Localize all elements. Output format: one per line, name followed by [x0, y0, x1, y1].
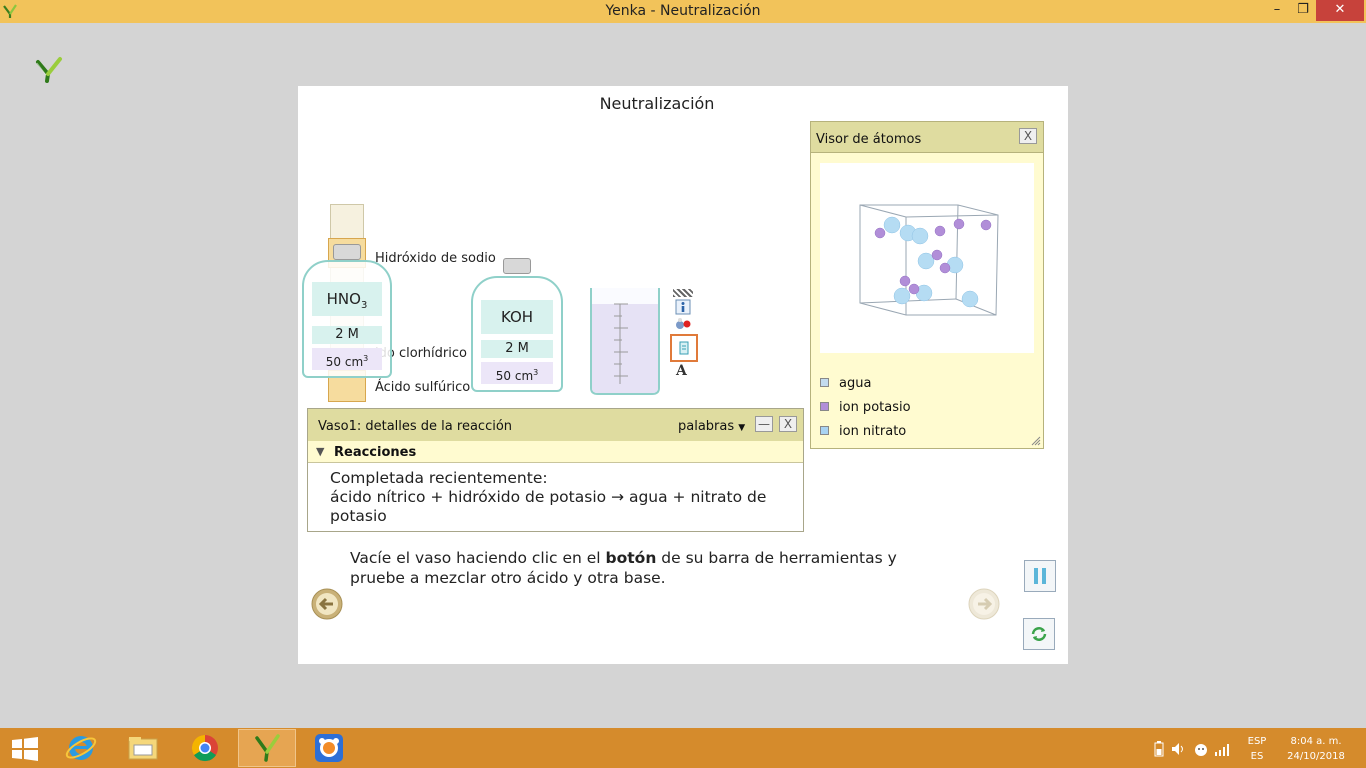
yenka-icon — [255, 734, 280, 762]
molecule-icon[interactable] — [674, 317, 692, 333]
legend-item-water: agua — [820, 376, 871, 391]
acid-formula-subscript: 3 — [360, 300, 368, 311]
atom-viewer-panel[interactable]: Visor de átomos X agua ion potasio ion n… — [810, 121, 1044, 449]
empty-beaker-button[interactable] — [670, 334, 698, 362]
acid-volume: 50 cm3 — [312, 348, 382, 370]
window-title: Yenka - Neutralización — [605, 3, 761, 19]
label-sodium-hydroxide[interactable]: Hidróxido de sodio — [375, 251, 496, 266]
pause-icon — [1034, 568, 1046, 584]
network-icon[interactable] — [1215, 742, 1231, 756]
legend-swatch-nitrate — [820, 426, 829, 435]
taskbar-chrome[interactable] — [176, 729, 234, 767]
taskbar-yenka[interactable] — [238, 729, 296, 767]
reactions-section-title: Reacciones — [334, 445, 417, 460]
beaker[interactable] — [588, 284, 668, 398]
chevron-down-icon: ▼ — [738, 423, 746, 433]
reaction-panel-close-button[interactable]: X — [779, 416, 797, 432]
pause-button[interactable] — [1024, 560, 1056, 592]
taskbar-internet-explorer[interactable] — [52, 729, 110, 767]
refresh-icon — [1031, 627, 1047, 641]
base-volume: 50 cm3 — [481, 362, 553, 384]
reaction-panel-title: Vaso1: detalles de la reacción — [318, 419, 513, 434]
bottle-label: KOH — [481, 300, 553, 334]
reaction-panel-minimize-button[interactable]: — — [755, 416, 773, 432]
clock-date: 24/10/2018 — [1287, 751, 1345, 762]
window-title-bar: Yenka - Neutralización – ❐ ✕ — [0, 0, 1366, 23]
legend-swatch-water — [820, 378, 829, 387]
chrome-icon — [191, 734, 218, 762]
clock[interactable]: 8:04 a. m. 24/10/2018 — [1282, 734, 1350, 764]
close-button[interactable]: ✕ — [1316, 0, 1364, 21]
instruction-text: Vacíe el vaso haciendo clic en el botón … — [350, 549, 897, 587]
clock-time: 8:04 a. m. — [1290, 736, 1342, 747]
reactions-section-header[interactable]: ▼ Reacciones — [308, 441, 803, 463]
reaction-details-panel[interactable]: Vaso1: detalles de la reacción palabras … — [307, 408, 804, 532]
battery-icon[interactable] — [1154, 741, 1164, 757]
app-tray-icon[interactable] — [1193, 741, 1209, 757]
forward-arrow-icon — [968, 588, 1000, 620]
label-sulfuric-acid[interactable]: Ácido sulfúrico — [375, 380, 470, 395]
atom-viewer-title: Visor de átomos — [816, 132, 922, 147]
text-tool-icon[interactable]: A — [676, 363, 687, 379]
taskbar: ESP ES 8:04 a. m. 24/10/2018 — [0, 728, 1366, 768]
reaction-status: Completada recientemente: — [330, 469, 548, 487]
beaker-toolbar: A — [670, 289, 698, 379]
back-arrow-icon[interactable] — [311, 588, 343, 620]
reaction-equation: ácido nítrico + hidróxido de potasio → a… — [330, 488, 767, 525]
legend-item-nitrate-ion: ion nitrato — [820, 424, 906, 439]
folder-icon — [128, 737, 158, 760]
resize-grip-icon[interactable] — [1031, 436, 1041, 446]
reset-button[interactable] — [1023, 618, 1055, 650]
taskbar-file-explorer[interactable] — [114, 729, 172, 767]
legend-item-potassium-ion: ion potasio — [820, 400, 911, 415]
legend-swatch-potassium — [820, 402, 829, 411]
acid-molarity: 2 M — [312, 326, 382, 344]
info-icon[interactable] — [675, 299, 691, 315]
windows-start-icon[interactable] — [12, 737, 38, 761]
acid-formula: HNO — [326, 290, 361, 308]
yenka-logo-icon[interactable] — [34, 54, 64, 84]
app-circle-icon — [315, 734, 343, 762]
language-indicator[interactable]: ESP ES — [1244, 734, 1270, 764]
bottle-cap — [503, 258, 531, 274]
bottle-potassium-hydroxide[interactable]: KOH 2 M 50 cm3 — [471, 258, 563, 392]
maximize-button[interactable]: ❐ — [1288, 0, 1318, 21]
view-mode-dropdown[interactable]: palabras ▼ — [678, 419, 745, 434]
reaction-text: Completada recientemente: ácido nítrico … — [330, 469, 800, 526]
page-title: Neutralización — [599, 94, 715, 113]
atom-viewer-close-button[interactable]: X — [1019, 128, 1037, 144]
atom-visualization — [820, 163, 1034, 353]
atom-viewer-header[interactable]: Visor de átomos X — [811, 122, 1043, 153]
beaker-icon — [679, 341, 689, 355]
particle-cube — [859, 204, 999, 316]
bottle-cap — [333, 244, 361, 260]
collapse-triangle-icon[interactable]: ▼ — [316, 445, 324, 458]
hatch-icon — [673, 289, 693, 297]
volume-icon[interactable] — [1170, 741, 1186, 757]
base-molarity: 2 M — [481, 340, 553, 358]
bottle-nitric-acid[interactable]: HNO3 2 M 50 cm3 — [302, 244, 392, 378]
taskbar-app[interactable] — [300, 729, 358, 767]
internet-explorer-icon — [65, 736, 97, 760]
reaction-panel-header[interactable]: Vaso1: detalles de la reacción palabras … — [308, 409, 803, 441]
bottle-label: HNO3 — [312, 282, 382, 316]
